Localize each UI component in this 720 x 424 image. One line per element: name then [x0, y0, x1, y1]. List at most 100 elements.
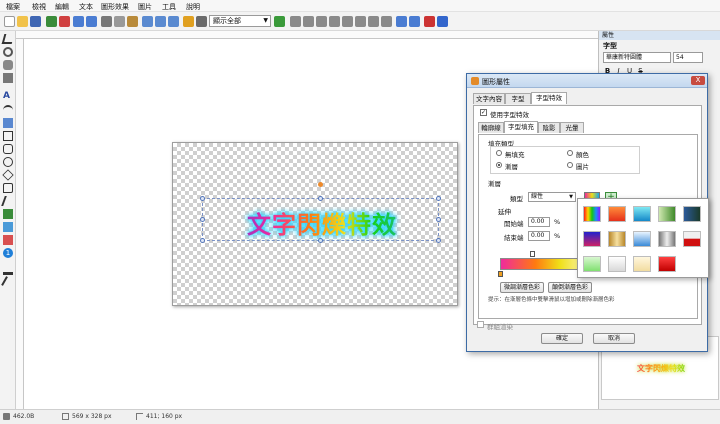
- resize-handle[interactable]: [436, 196, 441, 201]
- gradient-swatch[interactable]: [608, 256, 626, 272]
- info-icon[interactable]: 1: [3, 248, 13, 258]
- menu-file[interactable]: 檔案: [6, 2, 20, 12]
- end-input[interactable]: 0.00: [528, 231, 550, 241]
- zoom-select[interactable]: 顯示全部 ▼: [209, 15, 271, 27]
- radio-no-fill[interactable]: [496, 150, 502, 156]
- ok-button[interactable]: 確定: [541, 333, 583, 344]
- gradient-type-select[interactable]: 線性 ▼: [528, 192, 576, 202]
- fill-bucket-icon[interactable]: [3, 265, 13, 275]
- subtab-fill[interactable]: 字型填充: [504, 121, 538, 133]
- ellipse-icon[interactable]: [3, 157, 13, 167]
- rounded-rect-icon[interactable]: [3, 144, 13, 154]
- diamond-icon[interactable]: [2, 169, 14, 181]
- monitor-icon[interactable]: [437, 16, 448, 27]
- open-folder-icon[interactable]: [17, 16, 28, 27]
- font-name-select[interactable]: 華康新特圓體: [603, 52, 671, 63]
- align-center-icon[interactable]: [155, 16, 166, 27]
- menu-view[interactable]: 檢視: [32, 2, 46, 12]
- align-right-icon[interactable]: [168, 16, 179, 27]
- menu-edit[interactable]: 編輯: [55, 2, 69, 12]
- gradient-swatch[interactable]: [608, 231, 626, 247]
- gradient-stop-handle[interactable]: [498, 271, 503, 277]
- new-file-icon[interactable]: [4, 16, 15, 27]
- record-icon[interactable]: [424, 16, 435, 27]
- gradient-swatch[interactable]: [658, 256, 676, 272]
- undo-icon[interactable]: [73, 16, 84, 27]
- grid-icon[interactable]: [290, 16, 301, 27]
- start-input[interactable]: 0.00: [528, 217, 550, 227]
- window-cascade-icon[interactable]: [409, 16, 420, 27]
- gradient-swatch[interactable]: [583, 231, 601, 247]
- fine-tune-button[interactable]: 微調漸層色彩: [500, 282, 544, 293]
- pointer-icon[interactable]: [1, 34, 15, 44]
- gradient-swatch[interactable]: [633, 256, 651, 272]
- font-size-select[interactable]: 54: [673, 52, 703, 63]
- menu-help[interactable]: 說明: [186, 2, 200, 12]
- radio-gradient[interactable]: [496, 162, 502, 168]
- ruler-icon[interactable]: [329, 16, 340, 27]
- magnifier-icon[interactable]: [3, 47, 13, 57]
- effect-text[interactable]: 文字閃爍特效: [208, 205, 436, 240]
- rectangle-icon[interactable]: [3, 131, 13, 141]
- subtab-shadow[interactable]: 陰影: [538, 122, 560, 133]
- cancel-button[interactable]: 取消: [593, 333, 635, 344]
- tab-font[interactable]: 字型: [505, 93, 531, 104]
- group-render-checkbox[interactable]: [477, 321, 484, 328]
- artboard[interactable]: 文字閃爍特效: [172, 142, 458, 306]
- tab-text-content[interactable]: 文字內容: [473, 93, 505, 104]
- gradient-swatch[interactable]: [633, 231, 651, 247]
- menu-tools[interactable]: 工具: [162, 2, 176, 12]
- resize-handle[interactable]: [200, 238, 205, 243]
- subtab-glow[interactable]: 光暈: [560, 122, 584, 133]
- gradient-swatch[interactable]: [583, 256, 601, 272]
- rotate-handle[interactable]: [318, 182, 323, 187]
- redo-icon[interactable]: [86, 16, 97, 27]
- gradient-swatch[interactable]: [683, 206, 701, 222]
- use-effect-checkbox[interactable]: ✓: [480, 109, 487, 116]
- zoom-fit-icon[interactable]: [274, 16, 285, 27]
- radio-color[interactable]: [567, 150, 573, 156]
- layer-icon[interactable]: [183, 16, 194, 27]
- group-icon[interactable]: [368, 16, 379, 27]
- eyedropper-icon[interactable]: [3, 73, 13, 83]
- hand-icon[interactable]: [3, 60, 13, 70]
- stroke-icon[interactable]: [1, 276, 15, 290]
- reverse-gradient-button[interactable]: 顛倒漸層色彩: [548, 282, 592, 293]
- menu-image[interactable]: 圖片: [138, 2, 152, 12]
- resize-handle[interactable]: [200, 217, 205, 222]
- menu-text[interactable]: 文本: [79, 2, 93, 12]
- callout-icon[interactable]: [3, 183, 13, 193]
- tab-font-effects[interactable]: 字型特效: [531, 92, 567, 104]
- polygon-icon[interactable]: [3, 209, 13, 219]
- guide-icon[interactable]: [316, 16, 327, 27]
- gradient-stop-handle[interactable]: [530, 251, 535, 257]
- gradient-swatch[interactable]: [583, 206, 601, 222]
- cut-icon[interactable]: [101, 16, 112, 27]
- resize-handle[interactable]: [436, 217, 441, 222]
- brush-icon[interactable]: [3, 235, 13, 245]
- zoom-in-icon[interactable]: [196, 16, 207, 27]
- copy-icon[interactable]: [114, 16, 125, 27]
- align-left-icon[interactable]: [142, 16, 153, 27]
- import-icon[interactable]: [46, 16, 57, 27]
- pen-icon[interactable]: [3, 118, 13, 128]
- resize-handle[interactable]: [200, 196, 205, 201]
- resize-handle[interactable]: [436, 238, 441, 243]
- dialog-titlebar[interactable]: 圖形屬性 X: [467, 74, 707, 88]
- export-icon[interactable]: [59, 16, 70, 27]
- ungroup-icon[interactable]: [381, 16, 392, 27]
- gradient-swatch[interactable]: [658, 206, 676, 222]
- image-icon[interactable]: [3, 222, 13, 232]
- snap-icon[interactable]: [303, 16, 314, 27]
- subtab-outline[interactable]: 輪廓線: [478, 122, 504, 133]
- curve-icon[interactable]: [3, 105, 13, 115]
- save-icon[interactable]: [30, 16, 41, 27]
- close-icon[interactable]: X: [691, 76, 705, 85]
- radio-image[interactable]: [567, 162, 573, 168]
- gradient-swatch[interactable]: [633, 206, 651, 222]
- gradient-swatch[interactable]: [608, 206, 626, 222]
- align-grid-icon[interactable]: [342, 16, 353, 27]
- menu-graphic-effects[interactable]: 圖形效果: [101, 2, 129, 12]
- gradient-swatch[interactable]: [658, 231, 676, 247]
- resize-handle[interactable]: [318, 196, 323, 201]
